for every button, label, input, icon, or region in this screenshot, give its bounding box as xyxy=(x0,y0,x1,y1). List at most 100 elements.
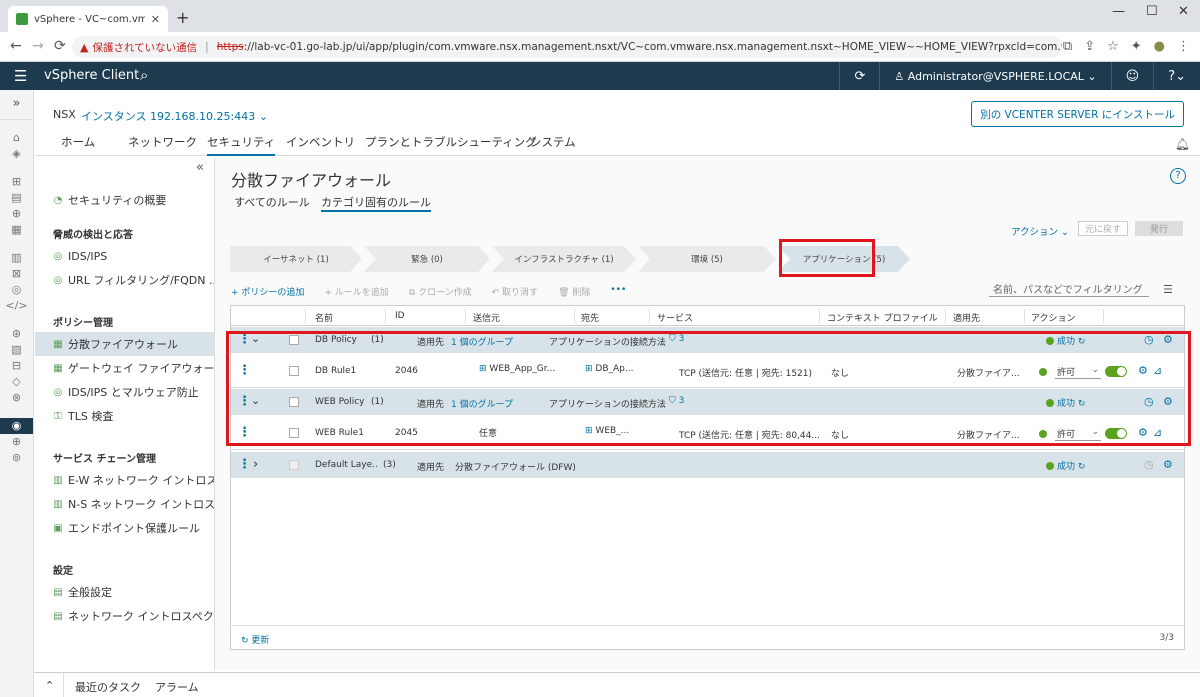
sidebar-item-tls[interactable]: ⚿ TLS 検査 xyxy=(35,404,214,428)
delete-button[interactable]: 🗑︎ 削除 xyxy=(558,285,590,299)
alarms-tab[interactable]: アラーム xyxy=(155,679,199,695)
revert-button[interactable]: 元に戻す xyxy=(1078,221,1128,236)
undo-button[interactable]: ↶ 取り消す xyxy=(492,285,538,299)
collapse-sidebar-icon[interactable]: « xyxy=(196,160,204,175)
tab-network[interactable]: ネットワーク xyxy=(128,134,197,156)
tags-icon[interactable]: ◇ xyxy=(0,374,33,390)
forward-icon[interactable]: → xyxy=(32,38,44,54)
lifecycle-icon[interactable]: ⊗ xyxy=(0,390,33,406)
clone-button[interactable]: ⧉ クローン作成 xyxy=(409,285,472,299)
back-icon[interactable]: ← xyxy=(10,38,22,54)
column-destination[interactable]: 宛先 xyxy=(581,311,599,324)
home-icon[interactable]: ⌂ xyxy=(0,130,33,146)
expand-chevron-icon[interactable]: › xyxy=(253,457,258,472)
filter-icon[interactable]: ☰ xyxy=(1163,283,1173,296)
url-input[interactable]: ▲ 保護されていない通信 | https ://lab-vc-01.go-lab… xyxy=(72,36,1062,58)
category-environment[interactable]: 環境 (5) xyxy=(638,246,776,272)
tab-plan-troubleshooting[interactable]: プランとトラブルシューティング xyxy=(365,134,537,156)
sidebar-item-url-filtering[interactable]: ◎ URL フィルタリング/FQDN ... xyxy=(35,268,214,292)
help-menu-icon[interactable]: ?⌄ xyxy=(1154,69,1200,84)
bookmark-star-icon[interactable]: ☆ xyxy=(1107,39,1119,54)
column-service[interactable]: サービス xyxy=(657,311,693,324)
tab-inventory[interactable]: インベントリ xyxy=(286,134,355,156)
content-library-icon[interactable]: ▥ xyxy=(0,250,33,266)
sidebar-item-general-settings[interactable]: ▤ 全般設定 xyxy=(35,580,214,604)
expand-panel-icon[interactable]: ⌃ xyxy=(45,679,54,692)
plugin-icon[interactable]: ⊕ xyxy=(0,434,33,450)
minimize-icon[interactable]: — xyxy=(1112,4,1125,19)
browser-tab[interactable]: vSphere - VC~com.vmware.nsx.m ✕ xyxy=(8,6,168,32)
user-menu[interactable]: ♙ Administrator@VSPHERE.LOCAL ⌄ xyxy=(880,70,1110,83)
sync-icon[interactable]: ↻ xyxy=(1078,462,1086,472)
tab-category-rules[interactable]: カテゴリ固有のルール xyxy=(321,194,431,212)
profile-icon[interactable]: ● xyxy=(1154,39,1165,54)
expand-rail-icon[interactable]: » xyxy=(0,90,33,120)
extensions-icon[interactable]: ✦ xyxy=(1131,39,1142,54)
network-icon[interactable]: ▦ xyxy=(0,222,33,238)
sidebar-item-gateway-firewall[interactable]: ▦ ゲートウェイ ファイアウォール xyxy=(35,356,214,380)
notification-bell-icon[interactable]: 🔔︎ xyxy=(1175,137,1190,151)
sidebar-item-dfw[interactable]: ▦ 分散ファイアウォール xyxy=(35,332,214,356)
global-inventory-icon[interactable]: ◎ xyxy=(0,282,33,298)
gear-icon[interactable]: ⚙ xyxy=(1163,458,1173,471)
recent-tasks-tab[interactable]: 最近のタスク xyxy=(75,679,141,695)
browser-menu-icon[interactable]: ⋮ xyxy=(1177,39,1190,54)
maximize-icon[interactable]: ☐ xyxy=(1146,4,1158,19)
reload-icon[interactable]: ⟳ xyxy=(54,38,66,54)
sidebar-item-endpoint[interactable]: ▣ エンドポイント保護ルール xyxy=(35,516,214,540)
more-options-icon[interactable]: ••• xyxy=(610,285,626,299)
column-context-profile[interactable]: コンテキスト プロファイル xyxy=(827,311,938,324)
category-infrastructure[interactable]: インフラストラクチャ (1) xyxy=(492,246,636,272)
security-warning[interactable]: 保護されていない通信 xyxy=(92,40,197,55)
policies-icon[interactable]: ⊛ xyxy=(0,326,33,342)
sidebar-item-ids-ips[interactable]: ◎ IDS/IPS xyxy=(35,244,214,268)
workload-icon[interactable]: ⊠ xyxy=(0,266,33,282)
help-icon[interactable]: ? xyxy=(1170,168,1186,184)
column-name[interactable]: 名前 xyxy=(315,311,333,324)
tab-home[interactable]: ホーム xyxy=(61,134,95,156)
storage-icon[interactable]: ⊕ xyxy=(0,206,33,222)
sidebar-item-network-introspection[interactable]: ▤ ネットワーク イントロスペク... xyxy=(35,604,214,628)
cloud-icon[interactable]: ⊚ xyxy=(0,450,33,466)
add-rule-button[interactable]: + ルールを追加 xyxy=(324,285,388,299)
policy-row-default[interactable]: ⋮ › Default Laye... (3) 適用先 分散ファイアウォール (… xyxy=(231,452,1184,478)
nsx-icon[interactable]: ◉ xyxy=(0,418,33,434)
tab-close-icon[interactable]: ✕ xyxy=(151,13,160,26)
install-vcenter-button[interactable]: 別の VCENTER SERVER にインストール xyxy=(971,101,1184,127)
new-tab-button[interactable]: + xyxy=(176,8,189,27)
row-checkbox[interactable] xyxy=(289,460,299,470)
close-window-icon[interactable]: ✕ xyxy=(1178,4,1189,19)
sidebar-item-ids-malware[interactable]: ◎ IDS/IPS とマルウェア防止 xyxy=(35,380,214,404)
sidebar-item-ew-introspection[interactable]: ▥ E-W ネットワーク イントロス... xyxy=(35,468,214,492)
refresh-button[interactable]: ↻ 更新 xyxy=(241,633,269,646)
status-text[interactable]: 成功 xyxy=(1057,462,1075,472)
feedback-smiley-icon[interactable]: ☺ xyxy=(1112,69,1154,84)
category-emergency[interactable]: 緊急 (0) xyxy=(364,246,490,272)
row-menu-icon[interactable]: ⋮ xyxy=(238,458,251,471)
hosts-icon[interactable]: ⊞ xyxy=(0,174,33,190)
filter-input[interactable]: 名前、パスなどでフィルタリング xyxy=(989,281,1149,297)
instance-selector[interactable]: インスタンス 192.168.10.25:443 ⌄ xyxy=(81,108,268,124)
tab-security[interactable]: セキュリティ xyxy=(207,134,276,156)
column-source[interactable]: 送信元 xyxy=(473,311,500,324)
menu-icon[interactable]: ☰ xyxy=(14,67,27,85)
category-ethernet[interactable]: イーサネット (1) xyxy=(230,246,362,272)
translate-icon[interactable]: ⧉ xyxy=(1063,39,1072,54)
add-policy-button[interactable]: + ポリシーの追加 xyxy=(231,285,304,299)
actions-dropdown[interactable]: アクション ⌄ xyxy=(1011,224,1069,238)
sidebar-item-overview[interactable]: ◔ セキュリティの概要 xyxy=(35,188,214,212)
sidebar-item-ns-introspection[interactable]: ▥ N-S ネットワーク イントロス... xyxy=(35,492,214,516)
share-icon[interactable]: ⇪ xyxy=(1084,39,1095,54)
tab-system[interactable]: システム xyxy=(530,134,576,156)
vms-icon[interactable]: ▤ xyxy=(0,190,33,206)
column-action[interactable]: アクション xyxy=(1031,311,1076,324)
tasks-icon[interactable]: ⊟ xyxy=(0,358,33,374)
refresh-icon[interactable]: ⟳ xyxy=(840,69,879,84)
admin-icon[interactable]: ▧ xyxy=(0,342,33,358)
shortcuts-icon[interactable]: ◈ xyxy=(0,146,33,162)
column-applied-to[interactable]: 適用先 xyxy=(953,311,980,324)
developer-icon[interactable]: </> xyxy=(0,298,33,314)
publish-button[interactable]: 発行 xyxy=(1135,221,1183,236)
search-icon[interactable]: ⌕ xyxy=(140,66,148,84)
tab-all-rules[interactable]: すべてのルール xyxy=(234,194,310,212)
